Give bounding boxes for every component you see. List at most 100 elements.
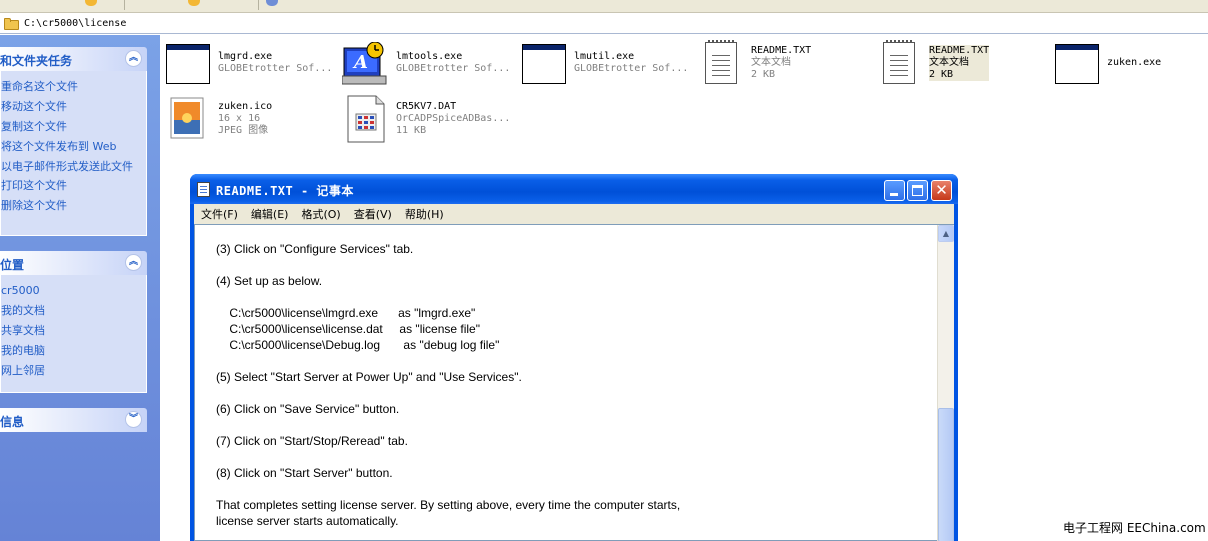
menu-help[interactable]: 帮助(H) — [400, 206, 449, 222]
file-type: GLOBEtrotter Sof... — [218, 63, 333, 74]
place-cr5000-link[interactable]: cr5000 — [1, 281, 146, 301]
text-line — [216, 449, 926, 465]
close-icon: ✕ — [935, 181, 948, 199]
notepad-title-bar[interactable]: README.TXT - 记事本 ✕ — [190, 174, 958, 204]
file-item-lmtools[interactable]: A lmtools.exe GLOBEtrotter Sof... — [341, 41, 512, 86]
file-name: CR5KV7.DAT — [396, 101, 457, 112]
window-icon — [1053, 42, 1101, 86]
file-item-cr5kv7[interactable]: CR5KV7.DAT OrCADPSpiceADBas... 11 KB — [342, 94, 522, 143]
text-line: C:\cr5000\license\lmgrd.exe as "lmgrd.ex… — [216, 306, 476, 320]
text-line: (4) Set up as below. — [216, 274, 323, 288]
lmtools-icon: A — [341, 41, 390, 86]
address-bar[interactable]: C:\cr5000\license — [0, 13, 1208, 34]
toolbar-separator — [124, 0, 125, 10]
notepad-text-area[interactable]: (3) Click on "Configure Services" tab. (… — [194, 224, 954, 541]
maximize-button[interactable] — [907, 180, 928, 201]
file-type: 文本文档 — [929, 57, 969, 68]
other-places-header[interactable]: 位置 ︽ — [0, 251, 147, 275]
collapse-icon[interactable]: ︽ — [125, 254, 142, 271]
text-line — [216, 481, 926, 497]
file-type: OrCADPSpiceADBas... — [396, 113, 511, 124]
scrollbar-thumb[interactable] — [938, 408, 954, 541]
address-path[interactable]: C:\cr5000\license — [24, 18, 126, 29]
publish-web-link[interactable]: 将这个文件发布到 Web — [1, 137, 146, 157]
text-line — [216, 257, 926, 273]
file-type: 文本文档 — [751, 57, 791, 68]
close-button[interactable]: ✕ — [931, 180, 952, 201]
file-size: 2 KB — [751, 69, 776, 80]
file-type: JPEG 图像 — [218, 125, 269, 136]
print-file-link[interactable]: 打印这个文件 — [1, 176, 146, 196]
place-my-documents-link[interactable]: 我的文档 — [1, 301, 146, 321]
views-icon[interactable] — [266, 0, 278, 6]
text-line: C:\cr5000\license\Debug.log as "debug lo… — [216, 338, 500, 352]
menu-edit[interactable]: 编辑(E) — [246, 206, 294, 222]
window-icon — [164, 42, 212, 86]
text-line: (7) Click on "Start/Stop/Reread" tab. — [216, 434, 408, 448]
text-line: license server starts automatically. — [216, 514, 399, 528]
file-item-readme[interactable]: README.TXT 文本文档 2 KB — [697, 40, 867, 86]
file-item-zuken-exe[interactable]: zuken.exe — [1053, 42, 1203, 86]
menu-view[interactable]: 查看(V) — [349, 206, 397, 222]
copy-file-link[interactable]: 复制这个文件 — [1, 117, 146, 137]
back-icon[interactable] — [85, 0, 97, 6]
text-document-icon — [697, 40, 745, 86]
file-name: zuken.exe — [1107, 57, 1162, 68]
place-my-computer-link[interactable]: 我的电脑 — [1, 341, 146, 361]
scroll-up-icon[interactable]: ▲ — [938, 225, 954, 242]
collapse-icon[interactable]: ︽ — [125, 50, 142, 67]
file-item-readmee[interactable]: README.TXT 文本文档 2 KB — [875, 40, 1045, 86]
text-document-icon — [875, 40, 923, 86]
file-tasks-panel: 和文件夹任务 ︽ 重命名这个文件 移动这个文件 复制这个文件 将这个文件发布到 … — [0, 47, 147, 236]
text-line: C:\cr5000\license\license.dat as "licens… — [216, 322, 480, 336]
file-item-lmgrd[interactable]: lmgrd.exe GLOBEtrotter Sof... — [164, 42, 334, 86]
other-places-title: 位置 — [0, 258, 25, 272]
text-line: (6) Click on "Save Service" button. — [216, 402, 400, 416]
file-name: lmgrd.exe — [218, 51, 273, 62]
text-line — [216, 353, 926, 369]
notepad-icon[interactable] — [197, 182, 210, 197]
file-name: zuken.ico — [218, 101, 273, 112]
dat-file-icon — [342, 94, 390, 143]
task-pane: 和文件夹任务 ︽ 重命名这个文件 移动这个文件 复制这个文件 将这个文件发布到 … — [0, 35, 160, 541]
watermark: 电子工程网 EEChina.com — [1063, 521, 1206, 535]
details-header[interactable]: 信息 ︾ — [0, 408, 147, 432]
other-places-panel: 位置 ︽ cr5000 我的文档 共享文档 我的电脑 网上邻居 — [0, 251, 147, 393]
image-icon — [164, 94, 212, 139]
minimize-button[interactable] — [884, 180, 905, 201]
file-tasks-title: 和文件夹任务 — [0, 54, 73, 68]
text-line: (8) Click on "Start Server" button. — [216, 466, 393, 480]
folder-icon[interactable] — [188, 0, 200, 6]
email-file-link[interactable]: 以电子邮件形式发送此文件 — [1, 157, 146, 176]
text-line: That completes setting license server. B… — [216, 498, 681, 512]
menu-file[interactable]: 文件(F) — [196, 206, 243, 222]
text-line — [216, 289, 926, 305]
place-network-link[interactable]: 网上邻居 — [1, 361, 146, 381]
text-line: (5) Select "Start Server at Power Up" an… — [216, 370, 522, 384]
text-line: (3) Click on "Configure Services" tab. — [216, 242, 414, 256]
file-name: lmutil.exe — [574, 51, 635, 62]
svg-text:A: A — [352, 52, 368, 73]
vertical-scrollbar[interactable]: ▲ — [937, 225, 954, 541]
maximize-icon — [912, 185, 923, 196]
file-name: README.TXT — [929, 45, 990, 57]
file-name: README.TXT — [751, 45, 812, 56]
move-file-link[interactable]: 移动这个文件 — [1, 97, 146, 117]
notepad-title: README.TXT - 记事本 — [216, 184, 354, 198]
notepad-content: (3) Click on "Configure Services" tab. (… — [216, 241, 926, 529]
file-size: 2 KB — [929, 69, 954, 80]
rename-file-link[interactable]: 重命名这个文件 — [1, 77, 146, 97]
details-panel: 信息 ︾ — [0, 408, 147, 432]
expand-icon[interactable]: ︾ — [125, 411, 142, 428]
file-item-lmutil[interactable]: lmutil.exe GLOBEtrotter Sof... — [520, 42, 690, 86]
notepad-menu-bar: 文件(F) 编辑(E) 格式(O) 查看(V) 帮助(H) — [194, 204, 954, 224]
place-shared-documents-link[interactable]: 共享文档 — [1, 321, 146, 341]
delete-file-link[interactable]: 删除这个文件 — [1, 196, 146, 216]
menu-format[interactable]: 格式(O) — [296, 206, 345, 222]
folder-icon — [4, 17, 20, 30]
file-size: 11 KB — [396, 125, 427, 136]
other-places-body: cr5000 我的文档 共享文档 我的电脑 网上邻居 — [0, 275, 147, 393]
file-tasks-header[interactable]: 和文件夹任务 ︽ — [0, 47, 147, 71]
file-item-zuken-ico[interactable]: zuken.ico 16 x 16 JPEG 图像 — [164, 94, 334, 139]
window-icon — [520, 42, 568, 86]
